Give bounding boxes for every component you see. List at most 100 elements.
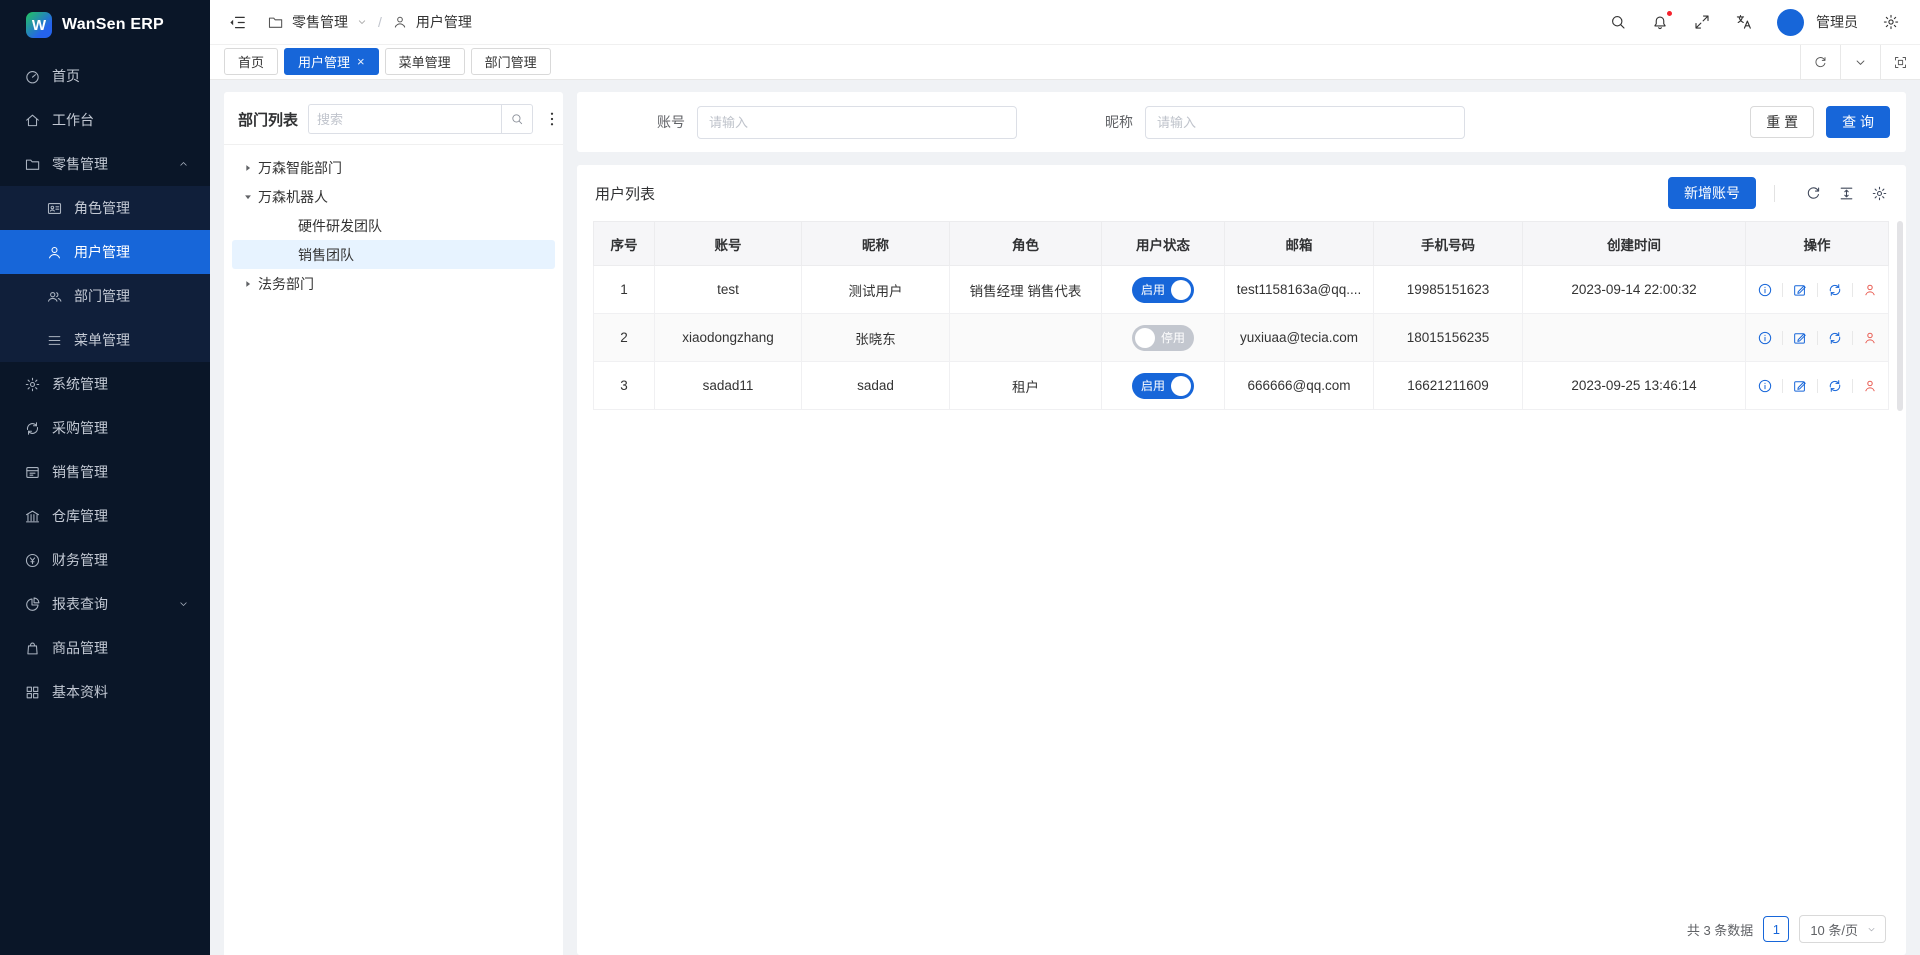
reset-button[interactable]: 重 置 (1750, 106, 1814, 138)
department-search-button[interactable] (501, 104, 533, 134)
breadcrumb-module[interactable]: 零售管理 (292, 12, 348, 32)
kebab-menu-icon[interactable] (543, 110, 561, 128)
query-button[interactable]: 查 询 (1826, 106, 1890, 138)
sidebar-item-retail[interactable]: 零售管理 (0, 142, 210, 186)
sidebar-item-dept-mgmt[interactable]: 部门管理 (0, 274, 210, 318)
cell-status: 启用 (1102, 266, 1225, 314)
tree-node[interactable]: 销售团队 (232, 240, 555, 269)
avatar[interactable] (1777, 9, 1804, 36)
row-reset-password-icon[interactable] (1827, 378, 1843, 394)
tree-node[interactable]: 万森机器人 (232, 182, 555, 211)
account-input[interactable] (697, 106, 1017, 139)
tab-user-mgmt[interactable]: 用户管理× (284, 48, 379, 75)
gear-icon[interactable] (1882, 13, 1900, 31)
row-reset-password-icon[interactable] (1827, 330, 1843, 346)
caret-right-icon[interactable] (238, 162, 258, 174)
row-user-delete-icon[interactable] (1862, 378, 1878, 394)
maximize-content-icon[interactable] (1880, 45, 1920, 79)
column-header: 账号 (655, 222, 802, 266)
fullscreen-icon[interactable] (1693, 13, 1711, 31)
cell-nickname: 测试用户 (802, 266, 950, 314)
row-info-icon[interactable] (1757, 282, 1773, 298)
translate-icon[interactable] (1735, 13, 1753, 31)
refresh-table-icon[interactable] (1805, 185, 1822, 202)
tab-options-chevron-icon[interactable] (1840, 45, 1880, 79)
row-info-icon[interactable] (1757, 378, 1773, 394)
search-icon[interactable] (1609, 13, 1627, 31)
user-name[interactable]: 管理员 (1816, 12, 1858, 32)
row-info-icon[interactable] (1757, 330, 1773, 346)
row-height-icon[interactable] (1838, 185, 1855, 202)
sidebar-item-warehouse[interactable]: 仓库管理 (0, 494, 210, 538)
tab-label: 菜单管理 (399, 52, 451, 71)
account-label: 账号 (657, 112, 685, 132)
status-toggle[interactable]: 启用 (1132, 373, 1194, 399)
caret-spacer (278, 220, 298, 232)
finance-icon (24, 552, 41, 569)
sync-icon (24, 420, 41, 437)
notification-bell-icon[interactable] (1651, 13, 1669, 31)
sidebar-item-report[interactable]: 报表查询 (0, 582, 210, 626)
add-account-button[interactable]: 新增账号 (1668, 177, 1756, 209)
column-header: 创建时间 (1523, 222, 1746, 266)
column-settings-gear-icon[interactable] (1871, 185, 1888, 202)
chevron-down-icon[interactable] (356, 16, 368, 28)
sidebar-item-label: 基本资料 (52, 682, 108, 702)
cell-account: sadad11 (655, 362, 802, 410)
status-toggle[interactable]: 启用 (1132, 277, 1194, 303)
logo[interactable]: W WanSen ERP (0, 0, 210, 50)
sidebar-item-home[interactable]: 首页 (0, 54, 210, 98)
nickname-input[interactable] (1145, 106, 1465, 139)
row-user-delete-icon[interactable] (1862, 330, 1878, 346)
caret-right-icon[interactable] (238, 278, 258, 290)
filter-buttons: 重 置 查 询 (1750, 106, 1890, 138)
sidebar-item-menu-mgmt[interactable]: 菜单管理 (0, 318, 210, 362)
sidebar-item-role-mgmt[interactable]: 角色管理 (0, 186, 210, 230)
warehouse-icon (24, 508, 41, 525)
row-edit-icon[interactable] (1792, 330, 1808, 346)
table-row: 2xiaodongzhang张晓东停用yuxiuaa@tecia.com1801… (594, 314, 1889, 362)
row-edit-icon[interactable] (1792, 378, 1808, 394)
tab-menu-mgmt[interactable]: 菜单管理 (385, 48, 465, 75)
sidebar-item-label: 用户管理 (74, 242, 130, 262)
page-number-button[interactable]: 1 (1763, 916, 1789, 942)
user-icon (46, 244, 63, 261)
department-search-input[interactable] (308, 104, 501, 134)
row-reset-password-icon[interactable] (1827, 282, 1843, 298)
page-size-select[interactable]: 10 条/页 (1799, 915, 1886, 943)
department-panel: 部门列表 万森智能部门万森机器人硬件研发团队销售团队法务部门 (224, 92, 563, 955)
vertical-scrollbar[interactable] (1897, 221, 1903, 411)
user-list-title: 用户列表 (595, 183, 655, 204)
tree-node[interactable]: 硬件研发团队 (232, 211, 555, 240)
tree-node[interactable]: 法务部门 (232, 269, 555, 298)
cell-phone: 16621211609 (1374, 362, 1523, 410)
tab-close-icon[interactable]: × (357, 55, 365, 68)
menu-collapse-icon[interactable] (228, 13, 247, 32)
sidebar: W WanSen ERP 首页工作台零售管理角色管理用户管理部门管理菜单管理系统… (0, 0, 210, 955)
cell-status: 启用 (1102, 362, 1225, 410)
sidebar-item-purchase[interactable]: 采购管理 (0, 406, 210, 450)
user-table: 序号账号昵称角色用户状态邮箱手机号码创建时间操作 1test测试用户销售经理 销… (593, 221, 1889, 410)
status-toggle[interactable]: 停用 (1132, 325, 1194, 351)
sidebar-item-basic[interactable]: 基本资料 (0, 670, 210, 714)
sidebar-item-user-mgmt[interactable]: 用户管理 (0, 230, 210, 274)
tree-node[interactable]: 万森智能部门 (232, 153, 555, 182)
cell-roles: 销售经理 销售代表 (950, 266, 1102, 314)
report-icon (24, 596, 41, 613)
column-header: 邮箱 (1225, 222, 1374, 266)
sidebar-item-finance[interactable]: 财务管理 (0, 538, 210, 582)
sidebar-item-sales[interactable]: 销售管理 (0, 450, 210, 494)
row-user-delete-icon[interactable] (1862, 282, 1878, 298)
tab-dept-mgmt[interactable]: 部门管理 (471, 48, 551, 75)
sidebar-item-system[interactable]: 系统管理 (0, 362, 210, 406)
row-edit-icon[interactable] (1792, 282, 1808, 298)
tree-node-label: 法务部门 (258, 274, 314, 294)
refresh-tab-icon[interactable] (1800, 45, 1840, 79)
caret-down-icon[interactable] (238, 191, 258, 203)
department-tree: 万森智能部门万森机器人硬件研发团队销售团队法务部门 (224, 145, 563, 298)
cell-nickname: 张晓东 (802, 314, 950, 362)
sidebar-item-goods[interactable]: 商品管理 (0, 626, 210, 670)
sidebar-submenu: 角色管理用户管理部门管理菜单管理 (0, 186, 210, 362)
sidebar-item-workbench[interactable]: 工作台 (0, 98, 210, 142)
tab-home[interactable]: 首页 (224, 48, 278, 75)
